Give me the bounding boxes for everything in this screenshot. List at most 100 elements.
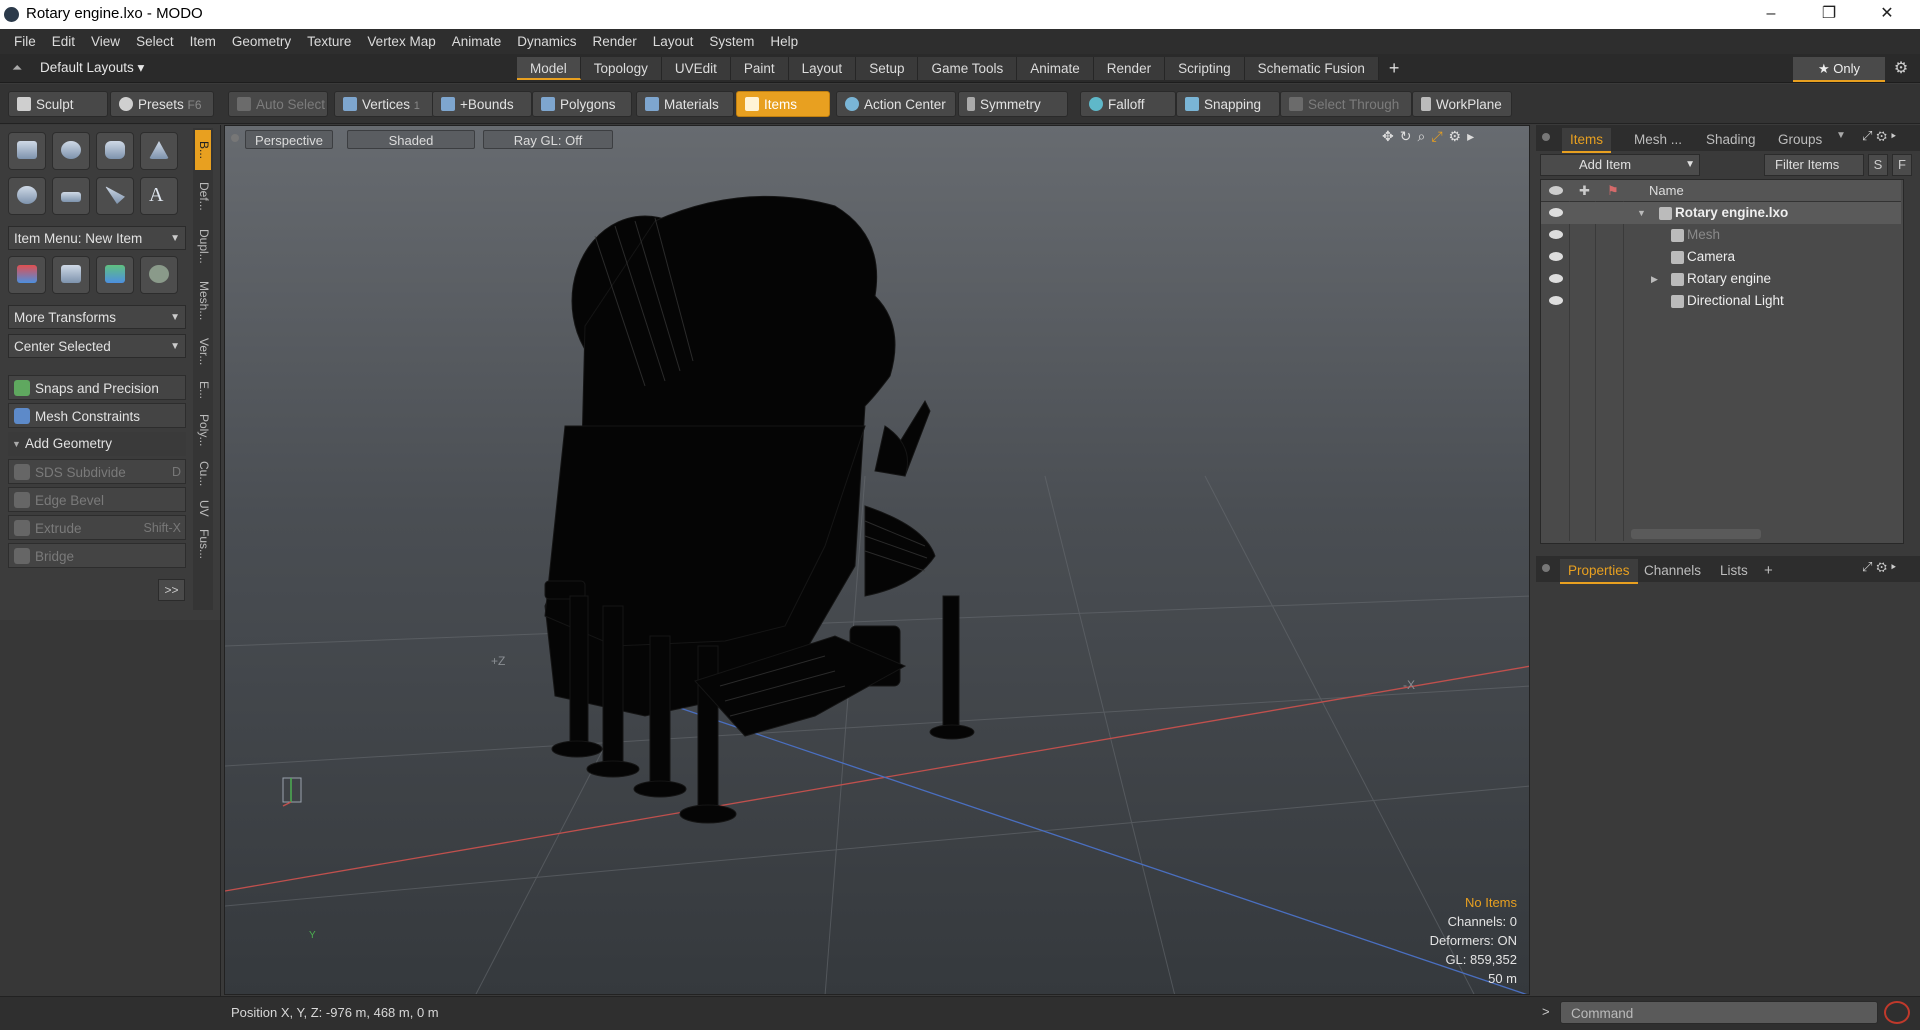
menu-view[interactable]: View <box>83 29 128 54</box>
eye-icon[interactable] <box>1549 230 1563 239</box>
vtab-fusion[interactable]: Fus... <box>195 524 211 564</box>
tab-animate[interactable]: Animate <box>1017 57 1094 80</box>
shaded-button[interactable]: Shaded <box>347 130 475 149</box>
tab-topology[interactable]: Topology <box>580 57 662 80</box>
select-through-button[interactable]: Select Through <box>1280 91 1412 117</box>
only-toggle[interactable]: ★ Only <box>1793 57 1885 82</box>
sculpt-button[interactable]: Sculpt <box>8 91 108 117</box>
filter-items-input[interactable]: Filter Items <box>1764 154 1864 176</box>
eye-icon[interactable] <box>1549 296 1563 305</box>
new-torus-icon[interactable] <box>8 177 46 215</box>
tree-row[interactable]: Directional Light <box>1541 290 1901 312</box>
expand-arrow-icon[interactable]: ▶ <box>1651 268 1658 290</box>
tab-uvedit[interactable]: UVEdit <box>661 57 731 80</box>
items-mode-button[interactable]: Items <box>736 91 830 117</box>
panel-dot-icon[interactable] <box>1542 133 1550 141</box>
tabs-dropdown-icon[interactable]: ▼ <box>1836 130 1846 141</box>
panel-menu-icon[interactable]: ▸ <box>1891 128 1900 143</box>
tab-lists[interactable]: Lists <box>1712 559 1756 582</box>
viewport-menu-icon[interactable]: ▸ <box>1467 128 1480 144</box>
vtab-edge[interactable]: E... <box>195 376 211 404</box>
presets-button[interactable]: Presets F6 <box>110 91 214 117</box>
record-icon[interactable] <box>1884 1001 1910 1024</box>
panel-gear-icon[interactable]: ⚙ <box>1876 559 1891 574</box>
materials-button[interactable]: Materials <box>636 91 734 117</box>
viewport-dot-icon[interactable] <box>231 134 239 142</box>
3d-viewport[interactable]: Perspective Shaded Ray GL: Off ✥↻⌕⤢⚙▸ +Z… <box>224 125 1530 995</box>
action-center-button[interactable]: Action Center <box>836 91 956 117</box>
menu-animate[interactable]: Animate <box>444 29 510 54</box>
menu-geometry[interactable]: Geometry <box>224 29 299 54</box>
falloff-button[interactable]: Falloff <box>1080 91 1176 117</box>
tab-shading[interactable]: Shading <box>1698 128 1764 151</box>
tab-scripting[interactable]: Scripting <box>1165 57 1245 80</box>
tab-model[interactable]: Model <box>517 57 581 80</box>
vtab-curve[interactable]: Cu... <box>195 456 211 492</box>
maximize-panel-icon[interactable]: ⤢ <box>1862 559 1876 574</box>
fit-view-icon[interactable]: ⤢ <box>1431 128 1448 144</box>
raygl-button[interactable]: Ray GL: Off <box>483 130 613 149</box>
vtab-duplicate[interactable]: Dupl... <box>195 222 211 270</box>
extrude-button[interactable]: Extrude Shift-X <box>8 515 186 540</box>
menu-layout[interactable]: Layout <box>645 29 702 54</box>
tree-row[interactable]: ▶ Rotary engine <box>1541 268 1901 290</box>
more-transforms-dropdown[interactable]: More Transforms ▼ <box>8 305 186 329</box>
menu-system[interactable]: System <box>701 29 762 54</box>
collapse-arrow-icon[interactable]: ⏶ <box>12 60 22 76</box>
menu-edit[interactable]: Edit <box>44 29 83 54</box>
add-geometry-header[interactable]: ▼ Add Geometry <box>8 432 186 456</box>
symmetry-button[interactable]: Symmetry <box>958 91 1068 117</box>
vtab-vertex[interactable]: Ver... <box>195 332 211 372</box>
material-ball-icon[interactable] <box>140 256 178 294</box>
menu-file[interactable]: File <box>0 29 44 54</box>
tab-setup[interactable]: Setup <box>856 57 919 80</box>
panel-gear-icon[interactable]: ⚙ <box>1876 128 1891 143</box>
new-plane-icon[interactable] <box>52 177 90 215</box>
tab-layout[interactable]: Layout <box>788 57 857 80</box>
name-column-header[interactable]: Name <box>1649 180 1684 201</box>
tab-mesh[interactable]: Mesh ... <box>1626 128 1690 151</box>
snapping-button[interactable]: Snapping <box>1176 91 1280 117</box>
zoom-view-icon[interactable]: ⌕ <box>1417 128 1431 144</box>
tree-scrollbar[interactable] <box>1631 529 1761 539</box>
tree-row[interactable]: Mesh <box>1541 224 1901 246</box>
bend-tool-icon[interactable] <box>96 256 134 294</box>
filter-s-button[interactable]: S <box>1868 154 1888 176</box>
bounds-button[interactable]: +Bounds <box>432 91 532 117</box>
center-selected-dropdown[interactable]: Center Selected ▼ <box>8 334 186 358</box>
bridge-button[interactable]: Bridge <box>8 543 186 568</box>
polygons-button[interactable]: Polygons <box>532 91 632 117</box>
menu-help[interactable]: Help <box>762 29 806 54</box>
eye-icon[interactable] <box>1549 208 1563 217</box>
maximize-panel-icon[interactable]: ⤢ <box>1862 128 1876 143</box>
tree-row[interactable]: Camera <box>1541 246 1901 268</box>
tab-schematic-fusion[interactable]: Schematic Fusion <box>1244 57 1379 80</box>
item-menu-dropdown[interactable]: Item Menu: New Item ▼ <box>8 226 186 250</box>
menu-dynamics[interactable]: Dynamics <box>509 29 584 54</box>
eye-icon[interactable] <box>1549 274 1563 283</box>
add-tab-button[interactable]: + <box>1379 57 1410 80</box>
menu-select[interactable]: Select <box>128 29 182 54</box>
menu-vertex-map[interactable]: Vertex Map <box>359 29 443 54</box>
viewport-settings-icon[interactable]: ⚙ <box>1449 128 1468 144</box>
expand-arrow-icon[interactable]: ▼ <box>1637 202 1646 224</box>
new-sphere-icon[interactable] <box>52 132 90 170</box>
tab-paint[interactable]: Paint <box>730 57 789 80</box>
close-button[interactable]: ✕ <box>1858 0 1916 29</box>
mesh-constraints-button[interactable]: Mesh Constraints <box>8 403 186 428</box>
panel-menu-icon[interactable]: ▸ <box>1891 559 1900 574</box>
snaps-precision-button[interactable]: Snaps and Precision <box>8 375 186 400</box>
menu-item[interactable]: Item <box>182 29 224 54</box>
tree-row[interactable]: ▼ Rotary engine.lxo <box>1541 202 1901 224</box>
text-tool-icon[interactable]: A <box>140 177 178 215</box>
add-item-button[interactable]: Add Item ▼ <box>1540 154 1700 176</box>
edge-bevel-button[interactable]: Edge Bevel <box>8 487 186 512</box>
perspective-button[interactable]: Perspective <box>245 130 333 149</box>
minimize-button[interactable]: – <box>1742 0 1800 29</box>
add-tab-button[interactable]: + <box>1756 559 1781 582</box>
gear-icon[interactable]: ⚙ <box>1890 58 1912 80</box>
tab-channels[interactable]: Channels <box>1636 559 1709 582</box>
menu-render[interactable]: Render <box>585 29 645 54</box>
command-input[interactable]: Command <box>1560 1001 1878 1024</box>
pen-tool-icon[interactable] <box>96 177 134 215</box>
